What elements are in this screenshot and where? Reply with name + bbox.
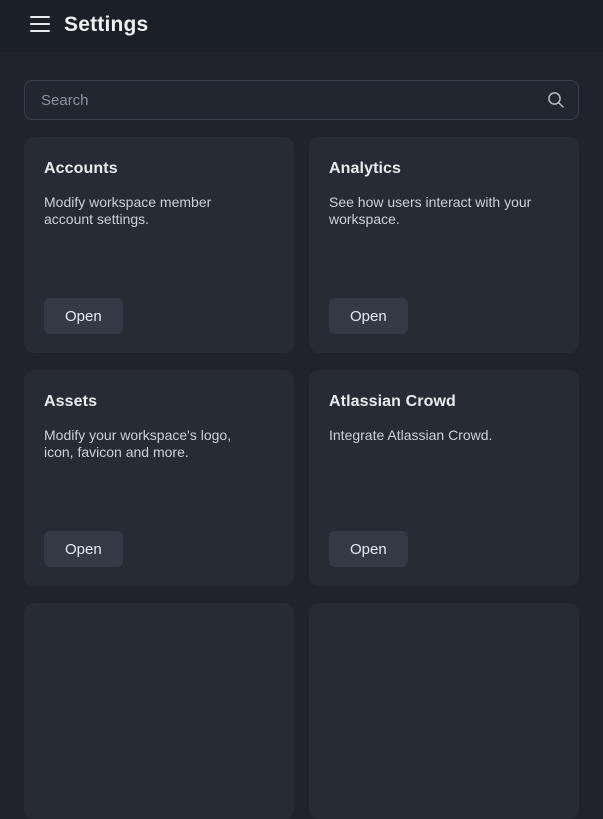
card-title: Analytics bbox=[329, 160, 559, 178]
card-atlassian-crowd: Atlassian Crowd Integrate Atlassian Crow… bbox=[309, 370, 579, 586]
search-icon[interactable] bbox=[547, 91, 565, 109]
open-button-accounts[interactable]: Open bbox=[44, 298, 123, 334]
card-partial-left bbox=[24, 603, 294, 819]
search-bar bbox=[24, 80, 579, 120]
card-description: Integrate Atlassian Crowd. bbox=[329, 427, 544, 444]
settings-card-grid: Accounts Modify workspace member account… bbox=[24, 137, 579, 819]
card-title: Assets bbox=[44, 393, 274, 411]
header-bar: Settings bbox=[0, 0, 603, 52]
open-button-atlassian-crowd[interactable]: Open bbox=[329, 531, 408, 567]
card-description: Modify your workspace's logo, icon, favi… bbox=[44, 427, 259, 461]
open-button-analytics[interactable]: Open bbox=[329, 298, 408, 334]
hamburger-menu-icon[interactable] bbox=[30, 14, 50, 34]
card-accounts: Accounts Modify workspace member account… bbox=[24, 137, 294, 353]
card-title: Atlassian Crowd bbox=[329, 393, 559, 411]
open-button-assets[interactable]: Open bbox=[44, 531, 123, 567]
card-partial-right bbox=[309, 603, 579, 819]
search-input[interactable] bbox=[25, 81, 578, 119]
card-title: Accounts bbox=[44, 160, 274, 178]
card-description: Modify workspace member account settings… bbox=[44, 194, 259, 228]
page-title: Settings bbox=[64, 0, 148, 52]
card-assets: Assets Modify your workspace's logo, ico… bbox=[24, 370, 294, 586]
card-description: See how users interact with your workspa… bbox=[329, 194, 544, 228]
card-analytics: Analytics See how users interact with yo… bbox=[309, 137, 579, 353]
